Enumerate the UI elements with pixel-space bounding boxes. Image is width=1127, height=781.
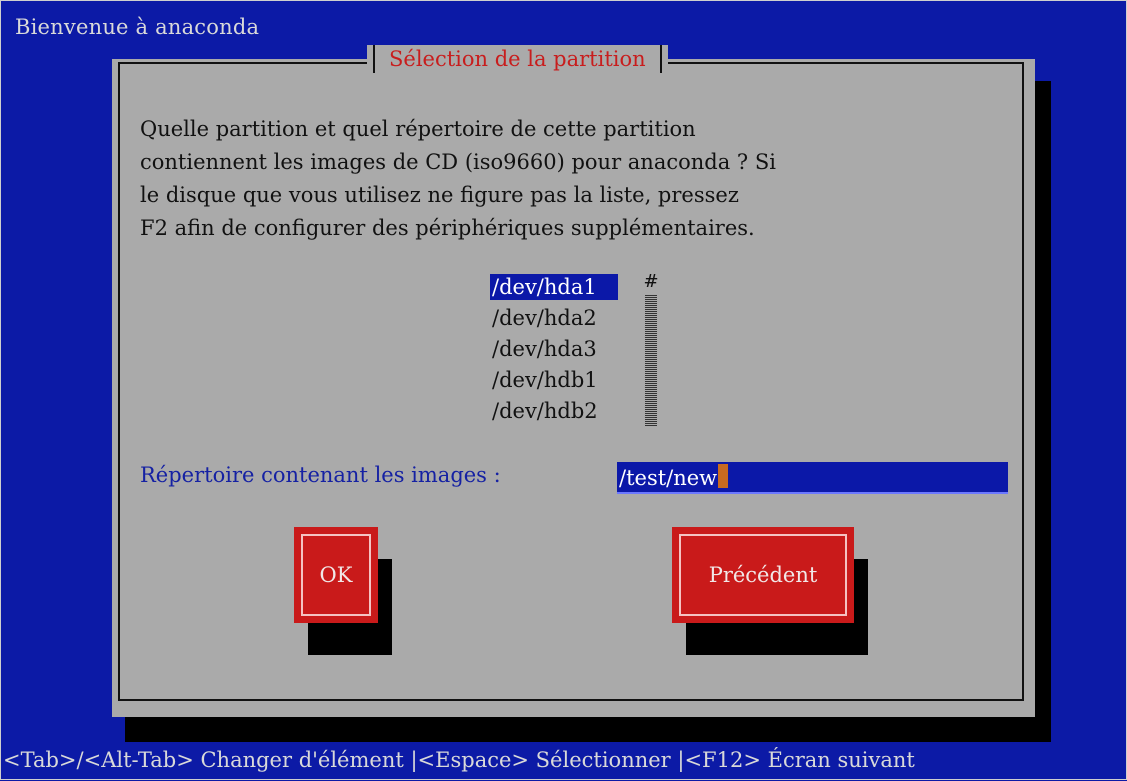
instruction-line: contiennent les images de CD (iso9660) p…	[140, 150, 776, 174]
directory-label: Répertoire contenant les images :	[140, 463, 501, 487]
partition-scrollbar[interactable]: #	[643, 270, 659, 426]
ok-button-label: OK	[319, 562, 353, 587]
back-button[interactable]: Précédent	[672, 527, 854, 623]
title-right-bar	[659, 45, 662, 73]
instruction-text: Quelle partition et quel répertoire de c…	[140, 119, 960, 251]
instruction-line: Quelle partition et quel répertoire de c…	[140, 117, 696, 141]
partition-item-hda1[interactable]: /dev/hda1	[490, 274, 618, 300]
ok-button[interactable]: OK	[294, 527, 378, 623]
text-cursor	[718, 464, 729, 488]
dialog-title: Sélection de la partition	[389, 46, 646, 71]
directory-value: /test/new	[619, 466, 718, 490]
window-title: Bienvenue à anaconda	[15, 15, 260, 39]
partition-list[interactable]: /dev/hda1 /dev/hda2 /dev/hda3 /dev/hdb1 …	[482, 270, 672, 426]
partition-item-hdb1[interactable]: /dev/hdb1	[490, 367, 600, 393]
partition-item-hdb2[interactable]: /dev/hdb2	[490, 398, 600, 424]
scrollbar-thumb[interactable]: #	[643, 270, 659, 294]
help-bar: <Tab>/<Alt-Tab> Changer d'élément |<Espa…	[3, 748, 915, 772]
dialog-title-wrap: Sélection de la partition	[367, 45, 668, 73]
partition-item-hda2[interactable]: /dev/hda2	[490, 305, 599, 331]
instruction-line: le disque que vous utilisez ne figure pa…	[140, 183, 739, 207]
back-button-label: Précédent	[708, 562, 818, 587]
partition-dialog: Sélection de la partition Quelle partiti…	[112, 45, 1035, 717]
partition-item-hda3[interactable]: /dev/hda3	[490, 336, 599, 362]
instruction-line: F2 afin de configurer des périphériques …	[140, 216, 755, 240]
directory-input[interactable]: /test/new	[617, 462, 1008, 494]
